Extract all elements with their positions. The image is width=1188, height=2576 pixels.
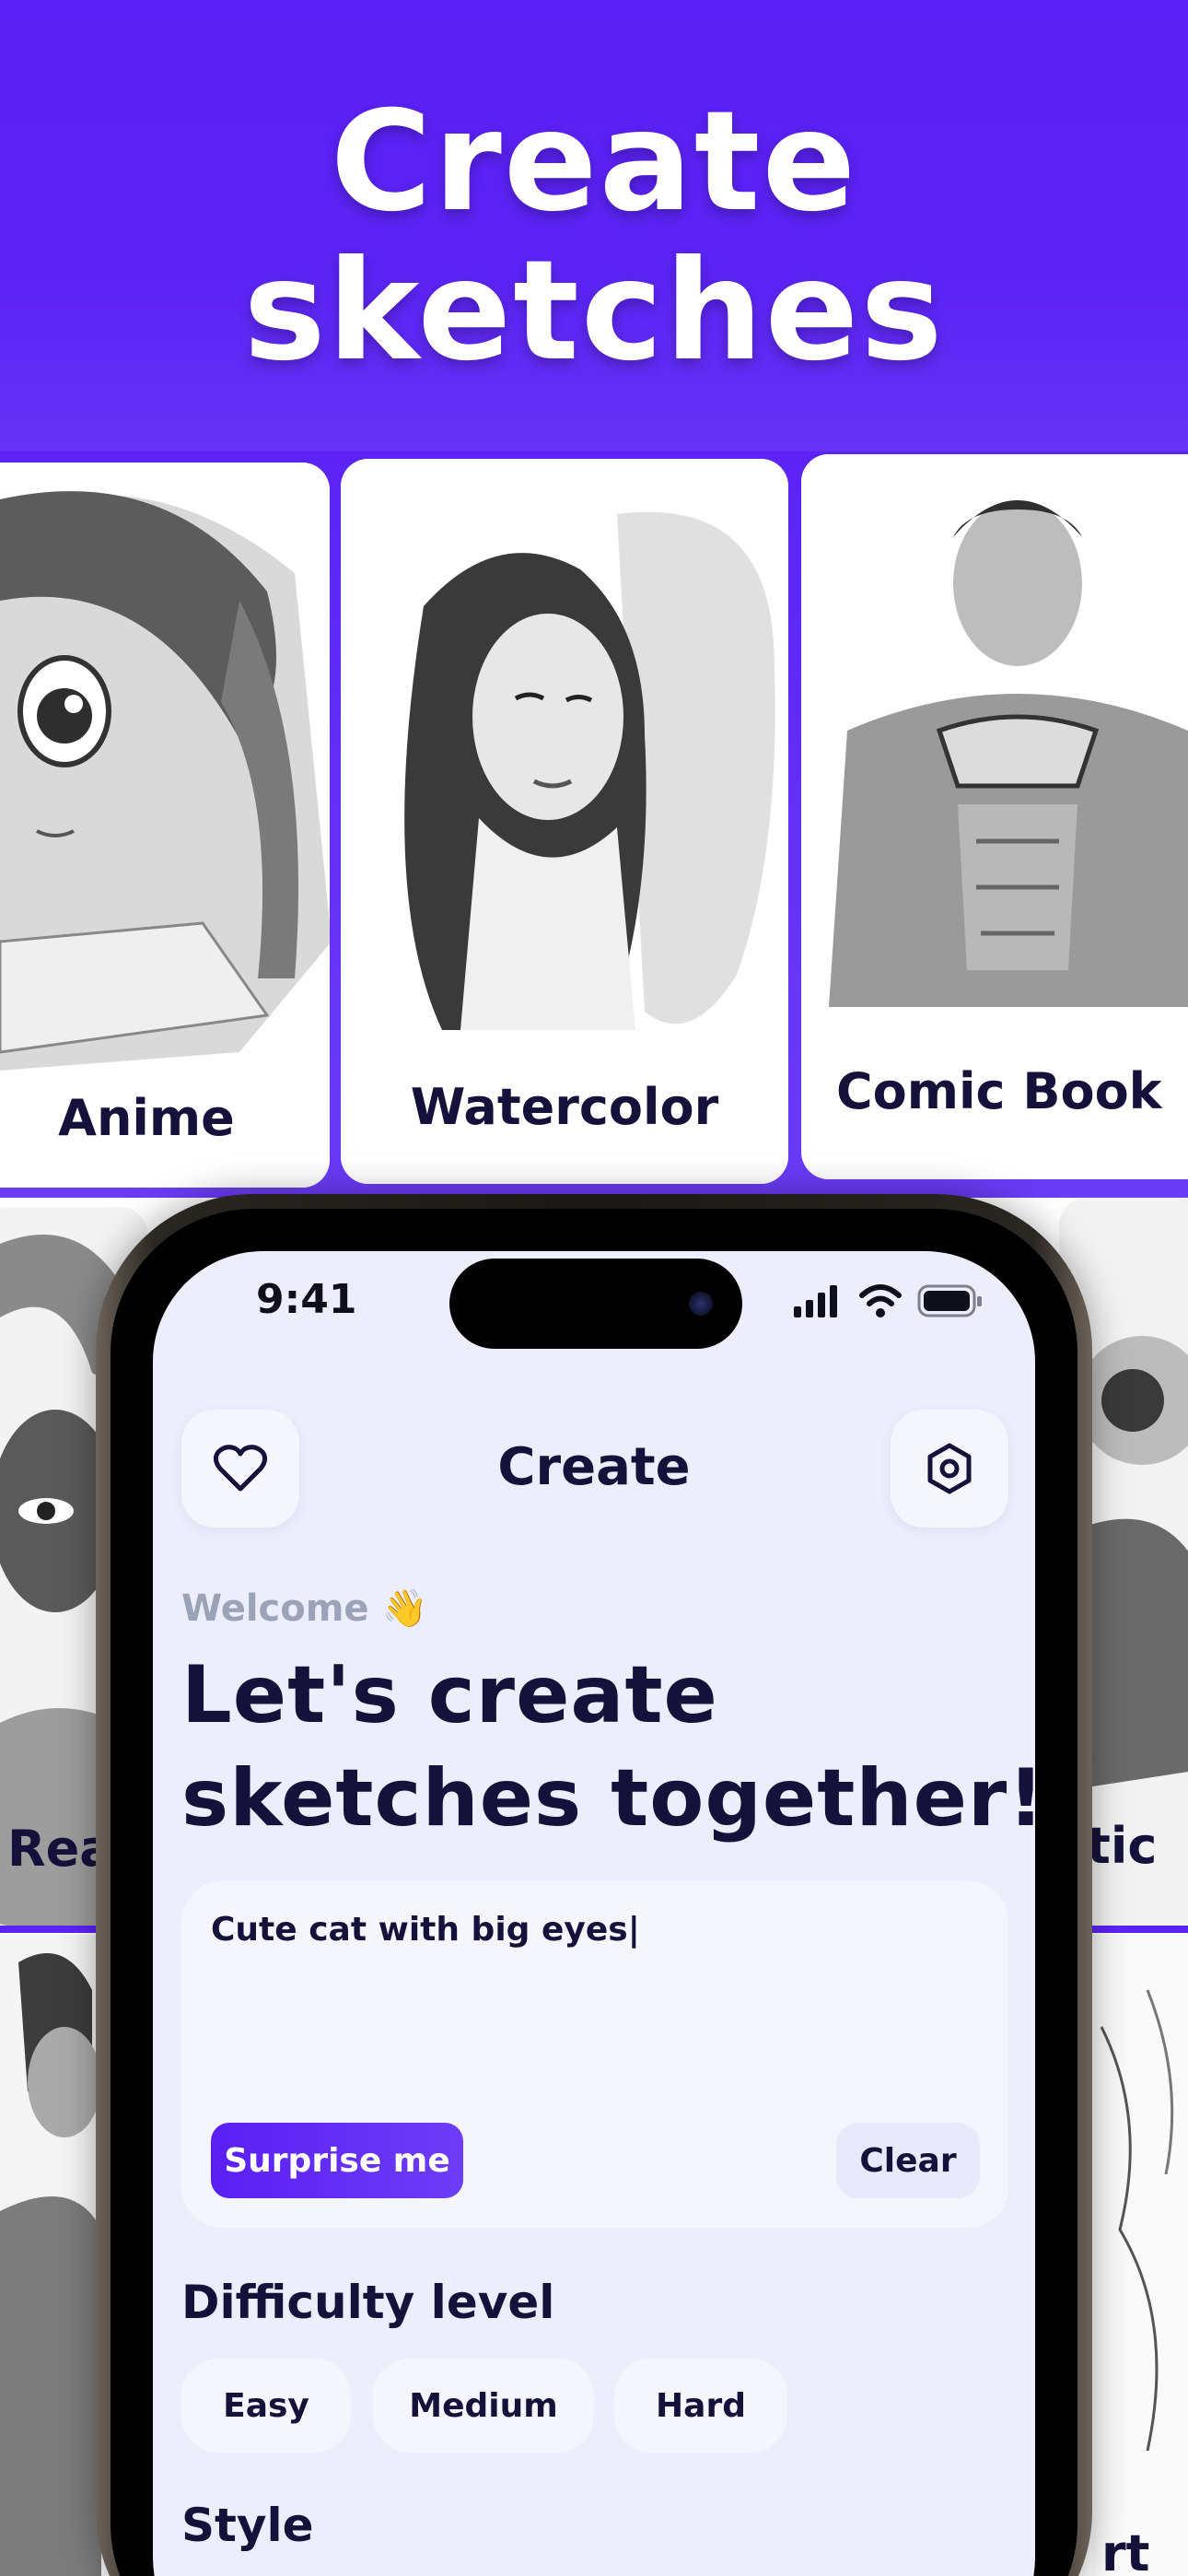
- dynamic-island: [449, 1259, 742, 1349]
- camera-lens-icon: [689, 1292, 713, 1316]
- style-section-title: Style: [181, 2499, 314, 2552]
- hero-title-line1: Create: [330, 82, 858, 242]
- heart-icon: [213, 1445, 268, 1492]
- clear-button[interactable]: Clear: [836, 2123, 980, 2198]
- card-row-divider-right: [1087, 1926, 1188, 1933]
- style-card-comic-book-label: Comic Book: [836, 1062, 1162, 1120]
- status-bar-icons: [794, 1284, 982, 1317]
- line-art-thumbnail-image: [1092, 1935, 1188, 2576]
- style-card-anime: Anime: [0, 463, 330, 1188]
- difficulty-hard-chip[interactable]: Hard: [614, 2359, 787, 2453]
- battery-icon: [917, 1284, 982, 1317]
- comic-book-thumbnail-image: [0, 1935, 101, 2576]
- favorites-button[interactable]: [181, 1410, 299, 1528]
- wifi-icon: [859, 1284, 902, 1317]
- style-card-watercolor-label: Watercolor: [410, 1078, 719, 1136]
- nav-title: Create: [497, 1437, 691, 1497]
- hero-banner: Create sketches: [0, 0, 1188, 461]
- status-bar-time: 9:41: [256, 1276, 357, 1323]
- watercolor-sketch-image: [341, 459, 788, 1184]
- difficulty-medium-chip[interactable]: Medium: [373, 2359, 594, 2453]
- page-headline: Let's create sketches together!: [181, 1644, 1066, 1850]
- style-card-watercolor: Watercolor: [341, 459, 788, 1184]
- style-card-line-art-label: rt: [1101, 2524, 1150, 2576]
- headline-line2: sketches together!: [181, 1752, 1045, 1844]
- prompt-input-value[interactable]: Cute cat with big eyes|: [211, 1911, 640, 1949]
- surprise-me-button[interactable]: Surprise me: [211, 2123, 463, 2198]
- cellular-signal-icon: [794, 1285, 837, 1317]
- headline-line1: Let's create: [181, 1649, 718, 1741]
- anime-sketch-image: [0, 463, 330, 1188]
- style-card-comic-book: Comic Book: [801, 454, 1188, 1179]
- hero-title-line2: sketches: [243, 231, 945, 392]
- gear-icon: [927, 1443, 972, 1494]
- difficulty-section-title: Difficulty level: [181, 2276, 555, 2329]
- prompt-input[interactable]: Cute cat with big eyes| Surprise me Clea…: [181, 1881, 1008, 2228]
- welcome-text: Welcome 👋: [181, 1587, 428, 1630]
- hero-title: Create sketches: [0, 88, 1188, 386]
- style-card-robotic-label: tic: [1087, 1817, 1158, 1875]
- style-card-anime-label: Anime: [58, 1089, 235, 1147]
- difficulty-easy-chip[interactable]: Easy: [181, 2359, 351, 2453]
- card-row-divider-left: [0, 1926, 111, 1933]
- settings-button[interactable]: [891, 1410, 1008, 1528]
